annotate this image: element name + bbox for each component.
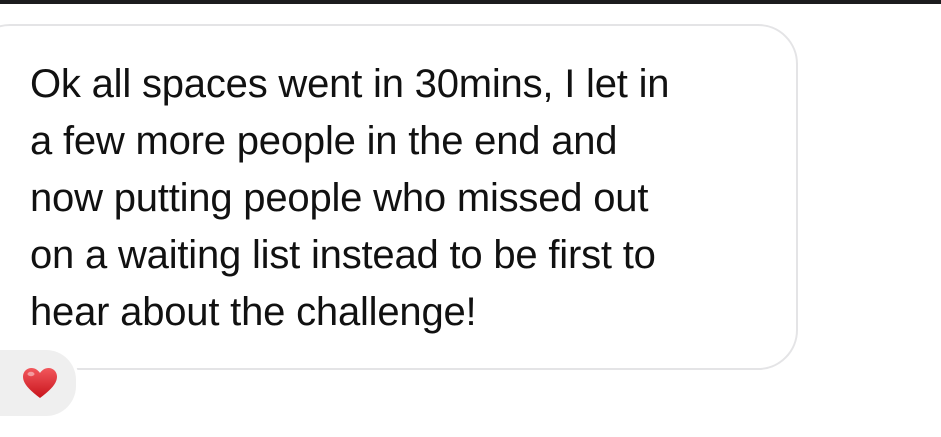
message-line: on a waiting list instead to be first to <box>30 233 656 277</box>
message-line: Ok all spaces went in 30mins, I let in <box>30 62 670 106</box>
heart-reaction[interactable] <box>0 347 79 419</box>
message-line: a few more people in the end and <box>30 119 618 163</box>
message-text: Ok all spaces went in 30mins, I let in a… <box>30 56 790 341</box>
heart-icon <box>23 368 57 398</box>
message-line: now putting people who missed out <box>30 176 649 220</box>
top-edge-divider <box>0 0 941 4</box>
message-line: hear about the challenge! <box>30 290 477 334</box>
